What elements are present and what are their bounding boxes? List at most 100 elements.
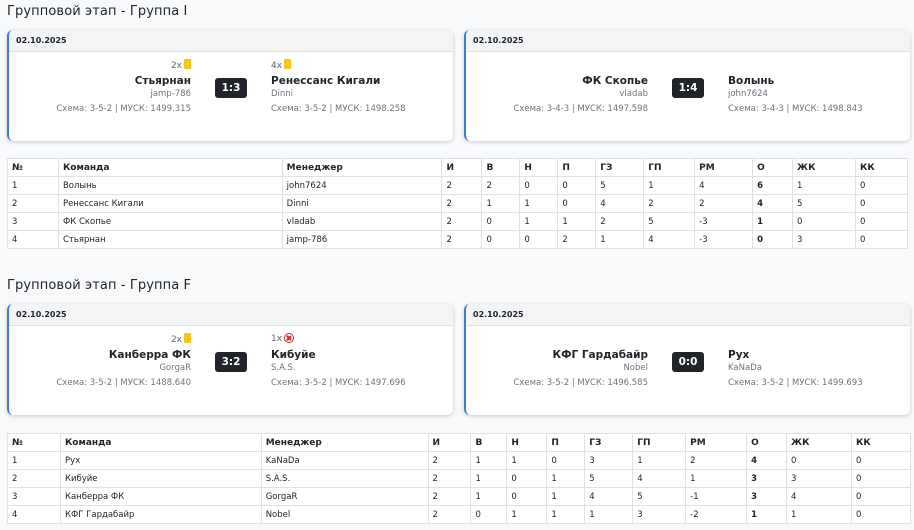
col-header[interactable]: И — [441, 158, 483, 177]
table-row[interactable]: 2 Ренессанс Кигали Dinni 2 1 1 0 4 2 2 4 5 0 — [7, 194, 909, 213]
home-team[interactable]: Стьярнан — [56, 75, 191, 89]
table-cell: -2 — [685, 505, 748, 524]
home-side: КФГ Гардабайр Nobel Схема: 3-5-2 | МУСК:… — [513, 333, 648, 388]
table-row[interactable]: 3 Канберра ФК GorgaR 2 1 0 1 4 5 -1 3 4 0 — [7, 487, 912, 506]
col-header[interactable]: РМ — [685, 433, 748, 452]
table-cell[interactable]: Nobel — [260, 505, 429, 524]
card-count: 2x — [56, 333, 191, 346]
table-row[interactable]: 3 ФК Скопье vladab 2 0 1 1 2 5 -3 1 0 0 — [7, 212, 909, 231]
match-card[interactable]: 02.10.2025 КФГ Гардабайр Nobel Схема: 3-… — [464, 304, 910, 415]
table-cell: 1 — [546, 505, 586, 524]
table-row[interactable]: 4 КФГ Гардабайр Nobel 2 0 1 1 1 3 -2 1 1 0 — [7, 505, 912, 524]
away-team[interactable]: Рух — [728, 349, 863, 363]
table-cell[interactable]: Dinni — [281, 194, 443, 213]
match-date: 02.10.2025 — [466, 304, 910, 326]
table-cell: -1 — [685, 487, 748, 506]
table-cell[interactable]: Волынь — [57, 176, 283, 195]
away-team[interactable]: Ренессанс Кигали — [271, 75, 406, 89]
col-header[interactable]: ЖК — [786, 433, 852, 452]
away-manager[interactable]: S.A.S. — [271, 363, 406, 375]
table-row[interactable]: 1 Волынь john7624 2 2 0 0 5 1 4 6 1 0 — [7, 176, 909, 195]
table-cell: 3 — [746, 469, 788, 488]
col-header[interactable]: № — [7, 158, 59, 177]
table-cell[interactable]: Кибуйе — [59, 469, 262, 488]
table-cell: 1 — [595, 230, 645, 249]
col-header[interactable]: Н — [519, 158, 559, 177]
match-score[interactable]: 3:2 — [215, 352, 247, 372]
col-header[interactable]: В — [470, 433, 508, 452]
col-header[interactable]: О — [746, 433, 788, 452]
table-row[interactable]: 1 Рух KaNaDa 2 1 1 0 3 1 2 4 0 0 — [7, 451, 912, 470]
col-header[interactable]: П — [557, 158, 597, 177]
away-meta: Схема: 3-5-2 | МУСК: 1498.258 — [271, 104, 406, 114]
table-cell[interactable]: Ренессанс Кигали — [57, 194, 283, 213]
away-manager[interactable]: KaNaDa — [728, 363, 863, 375]
away-team[interactable]: Волынь — [728, 75, 863, 89]
table-cell[interactable]: jamp-786 — [281, 230, 443, 249]
table-cell: 4 — [786, 487, 852, 506]
away-manager[interactable]: Dinni — [271, 89, 406, 101]
col-header[interactable]: ГЗ — [595, 158, 645, 177]
table-cell: 1 — [7, 176, 59, 195]
table-cell: 5 — [595, 176, 645, 195]
table-cell[interactable]: Рух — [59, 451, 262, 470]
match-date: 02.10.2025 — [9, 30, 453, 52]
table-cell: 1 — [685, 469, 748, 488]
table-cell: 4 — [584, 487, 634, 506]
match-card[interactable]: 02.10.2025 2x Стьярнан jamp-786 Схема: 3… — [7, 30, 453, 141]
col-header[interactable]: Н — [506, 433, 548, 452]
home-manager[interactable]: Nobel — [513, 363, 648, 375]
table-cell[interactable]: vladab — [281, 212, 443, 231]
table-cell: 3 — [7, 487, 61, 506]
table-cell: 1 — [470, 469, 508, 488]
table-cell: 1 — [470, 451, 508, 470]
col-header[interactable]: КК — [854, 158, 909, 177]
card-count — [513, 333, 648, 346]
table-cell[interactable]: S.A.S. — [260, 469, 429, 488]
col-header[interactable]: И — [427, 433, 472, 452]
table-cell[interactable]: Стьярнан — [57, 230, 283, 249]
match-score[interactable]: 0:0 — [672, 352, 704, 372]
col-header[interactable]: Команда — [57, 158, 283, 177]
match-score[interactable]: 1:4 — [672, 78, 704, 98]
col-header[interactable]: Менеджер — [281, 158, 443, 177]
home-manager[interactable]: GorgaR — [56, 363, 191, 375]
col-header[interactable]: Команда — [59, 433, 262, 452]
col-header[interactable]: В — [481, 158, 521, 177]
col-header[interactable]: № — [7, 433, 61, 452]
table-cell: 0 — [546, 451, 586, 470]
match-card[interactable]: 02.10.2025 2x Канберра ФК GorgaR Схема: … — [7, 304, 453, 415]
col-header[interactable]: ЖК — [792, 158, 856, 177]
home-manager[interactable]: jamp-786 — [56, 89, 191, 101]
home-manager[interactable]: vladab — [513, 89, 648, 101]
col-header[interactable]: РМ — [694, 158, 754, 177]
table-cell[interactable]: KaNaDa — [260, 451, 429, 470]
table-cell: 0 — [854, 176, 909, 195]
red-card-icon — [284, 333, 295, 343]
col-header[interactable]: О — [752, 158, 794, 177]
table-cell[interactable]: john7624 — [281, 176, 443, 195]
table-cell: 4 — [632, 469, 687, 488]
home-team[interactable]: Канберра ФК — [56, 349, 191, 363]
home-team[interactable]: ФК Скопье — [513, 75, 648, 89]
match-score[interactable]: 1:3 — [215, 78, 247, 98]
col-header[interactable]: ГЗ — [584, 433, 634, 452]
table-cell[interactable]: КФГ Гардабайр — [59, 505, 262, 524]
table-cell: 0 — [470, 505, 508, 524]
col-header[interactable]: Менеджер — [260, 433, 429, 452]
table-row[interactable]: 2 Кибуйе S.A.S. 2 1 0 1 5 4 1 3 3 0 — [7, 469, 912, 488]
table-cell: 0 — [786, 451, 852, 470]
home-team[interactable]: КФГ Гардабайр — [513, 349, 649, 363]
away-team[interactable]: Кибуйе — [271, 349, 406, 363]
col-header[interactable]: КК — [850, 433, 912, 452]
match-card[interactable]: 02.10.2025 ФК Скопье vladab Схема: 3-4-3… — [464, 30, 910, 141]
away-manager[interactable]: john7624 — [728, 89, 863, 101]
col-header[interactable]: П — [546, 433, 586, 452]
col-header[interactable]: ГП — [632, 433, 687, 452]
table-cell[interactable]: Канберра ФК — [59, 487, 262, 506]
table-cell[interactable]: GorgaR — [260, 487, 429, 506]
table-cell[interactable]: ФК Скопье — [57, 212, 283, 231]
table-body: 1 Волынь john7624 2 2 0 0 5 1 4 6 1 0 2 Ренессанс Кига… — [7, 176, 909, 249]
table-row[interactable]: 4 Стьярнан jamp-786 2 0 0 2 1 4 -3 0 3 0 — [7, 230, 909, 249]
col-header[interactable]: ГП — [643, 158, 696, 177]
